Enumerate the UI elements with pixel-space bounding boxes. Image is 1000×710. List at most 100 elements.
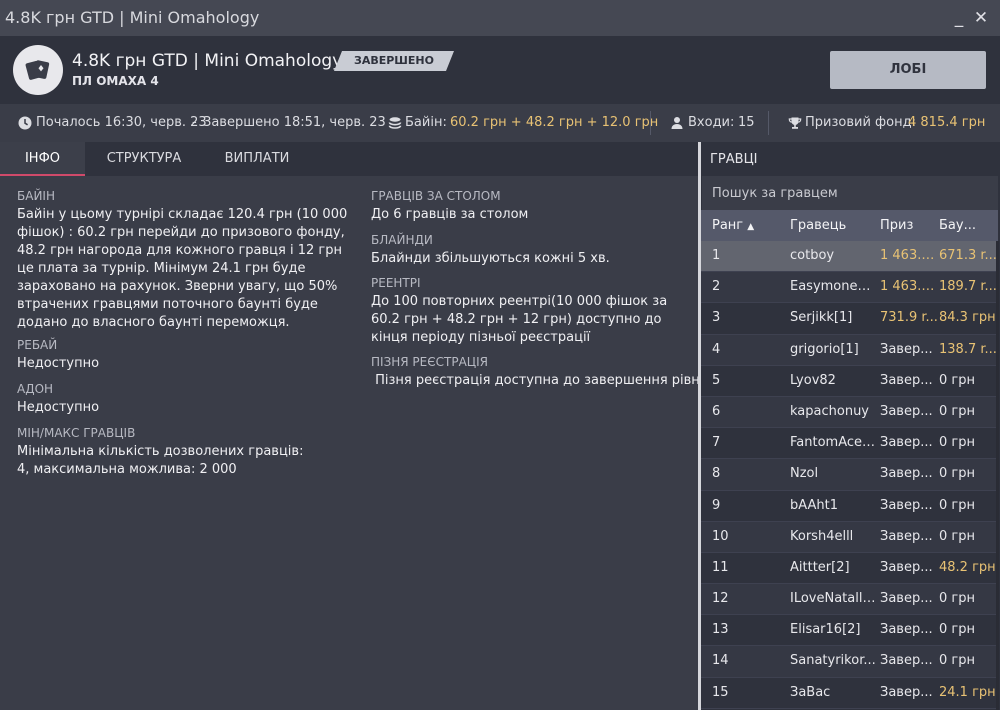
start-time: Почалось 16:30, черв. 23 xyxy=(36,115,207,130)
tournament-infobar: Почалось 16:30, черв. 23 - Завершено 18:… xyxy=(0,104,1000,142)
players-scrollbar[interactable] xyxy=(996,241,999,710)
prize-cell: Завер... xyxy=(880,622,933,638)
player-name-cell: Elisar16[2] xyxy=(790,622,861,638)
game-type: ПЛ ОМАХА 4 xyxy=(72,74,159,88)
table-row[interactable]: 3 Serjikk[1] 731.9 r... 84.3 грн xyxy=(701,303,998,335)
lobby-button[interactable]: ЛОБІ xyxy=(830,51,986,89)
table-row[interactable]: 6 kapachonuy Завер... 0 грн xyxy=(701,396,998,429)
rank-cell: 7 xyxy=(712,435,721,451)
section-body: До 6 гравців за столом xyxy=(371,207,529,222)
player-name-cell: Korsh4elll xyxy=(790,528,854,544)
tab-info[interactable]: ІНФО xyxy=(0,142,85,176)
bounty-cell: 0 грн xyxy=(939,497,975,513)
prizepool-value: 4 815.4 грн xyxy=(908,115,986,130)
bounty-cell: 0 грн xyxy=(939,372,975,388)
prize-cell: Завер... xyxy=(880,684,933,700)
minmax-section: МІН/МАКС ГРАВЦІВ Мінімальна кількість до… xyxy=(17,426,317,479)
bounty-cell: 0 грн xyxy=(939,466,975,482)
bounty-cell: 0 грн xyxy=(939,403,975,419)
column-rank[interactable]: Ранг ▲ xyxy=(712,218,754,233)
table-row[interactable]: 8 Nzol Завер... 0 грн xyxy=(701,459,998,491)
tab-bar: ІНФО СТРУКТУРА ВИПЛАТИ xyxy=(0,142,698,176)
table-row[interactable]: 1 cotboy 1 463.9... 671.3 r... xyxy=(701,241,998,273)
rank-cell: 1 xyxy=(712,248,721,263)
section-body: Мінімальна кількість дозволених гравців:… xyxy=(17,444,304,477)
section-heading: РЕЕНТРІ xyxy=(371,276,421,290)
column-prize[interactable]: Приз xyxy=(880,218,913,233)
table-row[interactable]: 10 Korsh4elll Завер... 0 грн xyxy=(701,521,998,553)
bounty-cell: 48.2 грн xyxy=(939,559,996,575)
section-body: Недоступно xyxy=(17,400,100,415)
table-row[interactable]: 15 ЗаВас Завер... 24.1 грн xyxy=(701,677,998,709)
time-separator: - xyxy=(192,115,197,130)
info-content: БАЙІН Байін у цьому турнірі складає 120.… xyxy=(0,176,728,710)
table-row[interactable]: 14 Sanatyrikor... Завер... 0 грн xyxy=(701,646,998,678)
prize-cell: 731.9 r... xyxy=(880,310,938,326)
bounty-cell: 671.3 r... xyxy=(939,248,997,263)
player-name-cell: Nzol xyxy=(790,466,819,482)
rank-cell: 2 xyxy=(712,279,721,295)
bounty-cell: 0 грн xyxy=(939,528,975,544)
table-row[interactable]: 4 grigorio[1] Завер... 138.7 r... xyxy=(701,334,998,366)
tab-structure[interactable]: СТРУКТУРА xyxy=(96,142,192,176)
column-player[interactable]: Гравець xyxy=(790,218,846,233)
rank-cell: 10 xyxy=(712,528,729,544)
table-row[interactable]: 2 Easymoneys... 1 463.9... 189.7 r... xyxy=(701,272,998,304)
buyin-value: 60.2 грн + 48.2 грн + 12.0 грн xyxy=(450,115,659,130)
players-title: ГРАВЦІ xyxy=(710,152,758,167)
section-heading: РЕБАЙ xyxy=(17,338,58,352)
separator xyxy=(650,111,651,135)
table-row[interactable]: 11 Aittter[2] Завер... 48.2 грн xyxy=(701,552,998,585)
window-titlebar: 4.8K грн GTD | Mini Omahology _ ✕ xyxy=(0,0,1000,36)
player-name-cell: kapachonuy xyxy=(790,403,869,419)
player-name-cell: Serjikk[1] xyxy=(790,310,853,326)
player-name-cell: Sanatyrikor... xyxy=(790,653,876,669)
table-row[interactable]: 5 Lyov82 Завер... 0 грн xyxy=(701,365,998,397)
entries-value: 15 xyxy=(738,115,755,130)
window-title: 4.8K грн GTD | Mini Omahology xyxy=(5,8,260,27)
bounty-cell: 24.1 грн xyxy=(939,684,996,700)
table-row[interactable]: 9 bAAht1 Завер... 0 грн xyxy=(701,490,998,522)
prize-cell: Завер... xyxy=(880,372,933,388)
section-heading: ГРАВЦІВ ЗА СТОЛОМ xyxy=(371,189,501,203)
rank-cell: 4 xyxy=(712,341,721,357)
blinds-section: БЛАЙНДИ Блайнди збільшуються кожні 5 хв. xyxy=(371,233,691,268)
prize-cell: Завер... xyxy=(880,653,933,669)
clock-icon xyxy=(18,116,32,130)
bounty-cell: 0 грн xyxy=(939,653,975,669)
table-row[interactable]: 13 Elisar16[2] Завер... 0 грн xyxy=(701,615,998,647)
prize-cell: Завер... xyxy=(880,591,933,607)
prize-cell: Завер... xyxy=(880,403,933,419)
prize-cell: Завер... xyxy=(880,435,933,451)
player-name-cell: ILoveNatalli... xyxy=(790,591,878,607)
section-body: Недоступно xyxy=(17,356,100,371)
tab-payouts[interactable]: ВИПЛАТИ xyxy=(215,142,299,176)
entries-label: Входи: xyxy=(688,115,735,130)
table-row[interactable]: 7 FantomAces... Завер... 0 грн xyxy=(701,428,998,460)
minimize-button[interactable]: _ xyxy=(948,6,970,30)
rank-cell: 15 xyxy=(712,684,729,700)
prize-cell: Завер... xyxy=(880,528,933,544)
reentry-section: РЕЕНТРІ До 100 повторних реентрі(10 000 … xyxy=(371,276,691,347)
cards-icon xyxy=(13,45,63,95)
rank-cell: 12 xyxy=(712,591,729,607)
table-row[interactable]: 12 ILoveNatalli... Завер... 0 грн xyxy=(701,584,998,616)
section-heading: ПІЗНЯ РЕЄСТРАЦІЯ xyxy=(371,355,488,369)
section-body: Байін у цьому турнірі складає 120.4 грн … xyxy=(17,207,348,330)
player-search-input[interactable] xyxy=(702,176,998,210)
player-name-cell: grigorio[1] xyxy=(790,341,859,357)
rank-cell: 3 xyxy=(712,310,721,326)
prize-cell: 1 463.9... xyxy=(880,279,938,295)
player-name-cell: FantomAces... xyxy=(790,435,878,451)
section-heading: АДОН xyxy=(17,382,54,396)
buyin-section: БАЙІН Байін у цьому турнірі складає 120.… xyxy=(17,189,352,332)
column-rank-label: Ранг xyxy=(712,218,744,233)
rank-cell: 8 xyxy=(712,466,721,482)
close-button[interactable]: ✕ xyxy=(970,6,992,30)
section-body: До 100 повторних реентрі(10 000 фішок за… xyxy=(371,294,668,345)
per-table-section: ГРАВЦІВ ЗА СТОЛОМ До 6 гравців за столом xyxy=(371,189,691,224)
column-bounty[interactable]: Бау... xyxy=(939,218,976,233)
addon-section: АДОН Недоступно xyxy=(17,382,357,417)
player-name-cell: ЗаВас xyxy=(790,684,831,700)
separator xyxy=(768,111,769,135)
